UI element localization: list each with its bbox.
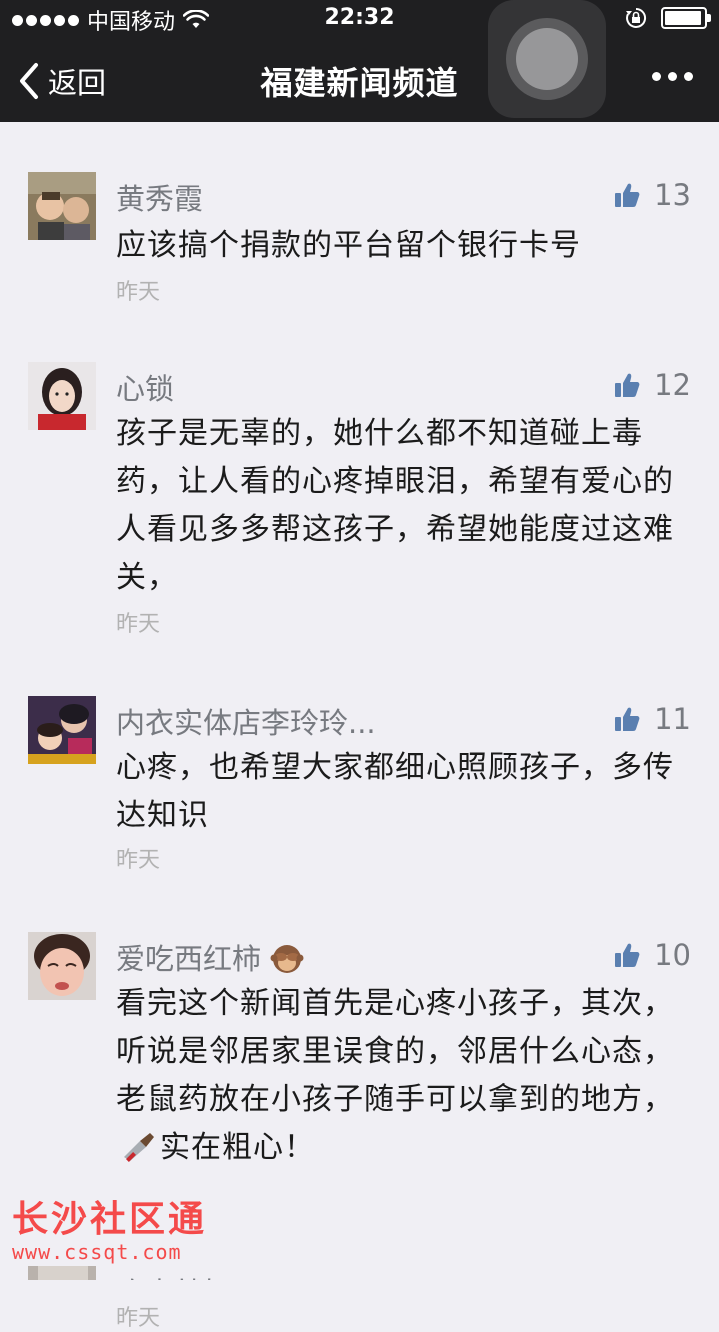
avatar[interactable] <box>28 696 96 764</box>
kitchen-knife-icon <box>124 1133 154 1162</box>
avatar[interactable] <box>28 1266 96 1280</box>
comment-list: 黄秀霞 13 应该搞个捐款的平台留个银行卡号 昨天 心锁 12 孩子是无辜的，她… <box>0 122 719 1331</box>
nav-bar: 返回 福建新闻频道 <box>0 40 719 122</box>
avatar[interactable] <box>28 362 96 430</box>
page-title: 福建新闻频道 <box>260 64 459 102</box>
like-count: 12 <box>654 368 691 402</box>
rotation-lock-icon <box>626 7 647 28</box>
comment-item: 心锁 12 孩子是无辜的，她什么都不知道碰上毒药，让人看的心疼掉眼泪，希望有爱心… <box>0 362 719 642</box>
comment-time: 昨天 <box>116 848 161 873</box>
comment-time: 昨天 <box>116 280 161 305</box>
comment-time: 昨天 <box>116 612 161 637</box>
comment-author[interactable]: 吃素就好 <box>116 1270 232 1280</box>
thumbs-up-icon <box>615 943 640 967</box>
more-options-button[interactable] <box>652 72 693 81</box>
like-count: 13 <box>654 178 691 212</box>
comment-text: 看完这个新闻首先是心疼小孩子，其次，听说是邻居家里误食的，邻居什么心态，老鼠药放… <box>116 980 682 1172</box>
battery-icon <box>661 7 711 29</box>
comment-item: 黄秀霞 13 应该搞个捐款的平台留个银行卡号 昨天 <box>0 172 719 312</box>
like-count: 11 <box>654 702 691 736</box>
assistive-touch-button[interactable] <box>488 0 606 118</box>
watermark-logo: 长沙社区通 www.cssqt.com <box>12 1199 222 1265</box>
status-bar: 中国移动 22:32 <box>0 0 719 40</box>
watermark-title: 长沙社区通 <box>12 1199 208 1240</box>
status-right <box>625 7 711 29</box>
comment-author[interactable]: 爱吃西红柿 <box>116 936 304 978</box>
like-button[interactable]: 12 <box>614 368 691 402</box>
comment-author[interactable]: 内衣实体店李玲玲... <box>116 700 376 742</box>
like-button[interactable]: 13 <box>614 178 691 212</box>
comment-text: 应该搞个捐款的平台留个银行卡号 <box>116 228 581 263</box>
like-button[interactable]: 10 <box>614 938 691 972</box>
more-dot-icon <box>668 72 677 81</box>
comment-text-part: 看完这个新闻首先是心疼小孩子，其次，听说是邻居家里误食的，邻居什么心态，老鼠药放… <box>116 986 674 1117</box>
like-button[interactable]: 11 <box>614 702 691 736</box>
avatar[interactable] <box>28 172 96 240</box>
comment-item: 吃素就好 <box>0 1266 719 1280</box>
comment-item: 内衣实体店李玲玲... 11 心疼，也希望大家都细心照顾孩子，多传达知识 昨天 <box>0 696 719 876</box>
see-no-evil-monkey-icon <box>270 945 304 973</box>
avatar[interactable] <box>28 932 96 1000</box>
thumbs-up-icon <box>615 373 640 397</box>
comment-author[interactable]: 黄秀霞 <box>116 176 203 218</box>
watermark-url: www.cssqt.com <box>12 1240 182 1264</box>
comment-text-part: 实在粗心！ <box>160 1130 315 1165</box>
comment-author[interactable]: 心锁 <box>116 366 174 408</box>
comment-time: 昨天 <box>116 1306 161 1331</box>
comment-author-name: 爱吃西红柿 <box>116 942 262 976</box>
like-count: 10 <box>654 938 691 972</box>
more-dot-icon <box>652 72 661 81</box>
comment-text: 心疼，也希望大家都细心照顾孩子，多传达知识 <box>116 750 674 833</box>
comment-item: 爱吃西红柿 10 看完这个新闻首先是心疼小孩子，其次，听说是邻居家里误食的，邻居… <box>0 932 719 1331</box>
thumbs-up-icon <box>615 183 640 207</box>
comment-text: 孩子是无辜的，她什么都不知道碰上毒药，让人看的心疼掉眼泪，希望有爱心的人看见多多… <box>116 416 674 595</box>
thumbs-up-icon <box>615 707 640 731</box>
status-time: 22:32 <box>324 5 395 30</box>
more-dot-icon <box>684 72 693 81</box>
